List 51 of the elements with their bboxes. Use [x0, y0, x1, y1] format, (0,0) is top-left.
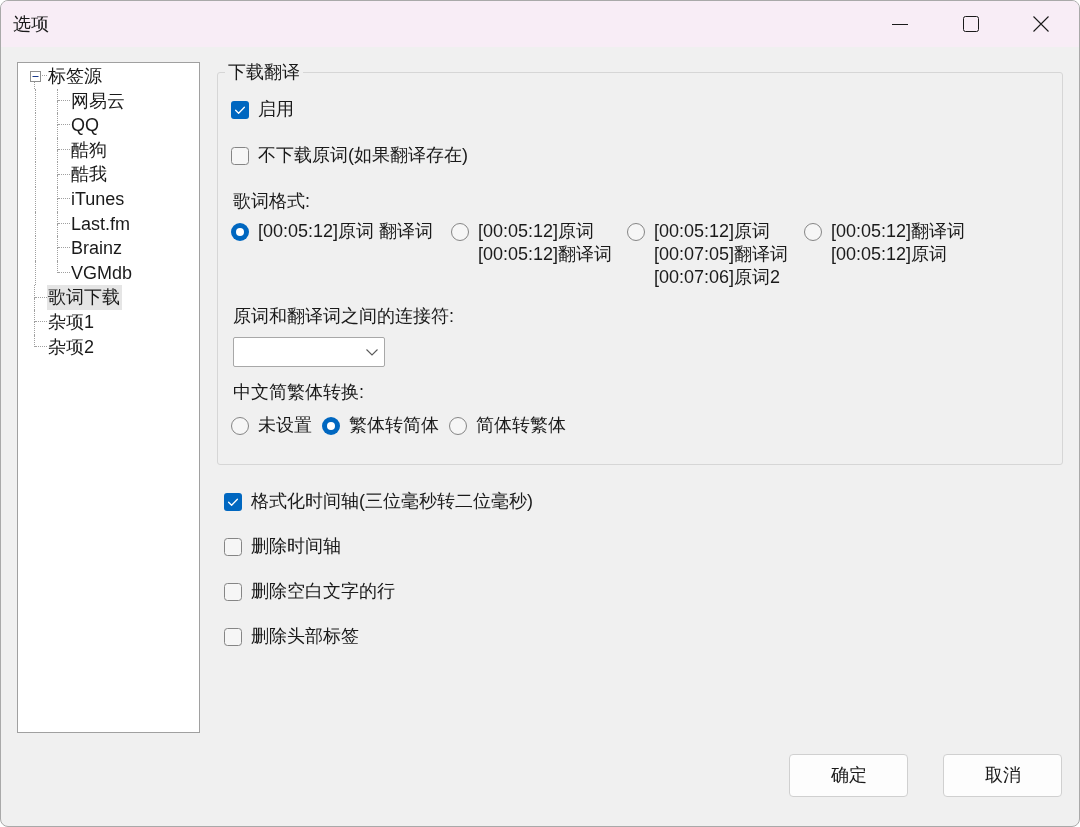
section-label: 歌词格式:	[233, 190, 310, 213]
radio-button[interactable]	[627, 222, 645, 241]
checkbox[interactable]	[224, 627, 242, 646]
maximize-icon	[962, 16, 979, 32]
checkbox-label: 删除空白文字的行	[251, 580, 395, 603]
radio-label: 未设置	[258, 414, 312, 437]
dialog-button[interactable]: 取消	[943, 754, 1062, 797]
radio-button[interactable]	[322, 416, 340, 435]
window-title: 选项	[13, 13, 49, 36]
checkbox[interactable]	[224, 537, 242, 556]
close-icon	[1033, 16, 1049, 32]
checkbox-label: 不下载原词(如果翻译存在)	[258, 144, 468, 167]
tree-item[interactable]: 杂项2	[47, 334, 96, 360]
checkbox-label: 删除时间轴	[251, 535, 341, 558]
radio-button[interactable]	[231, 416, 249, 435]
tree-item[interactable]: 网易云	[70, 88, 127, 114]
checkbox[interactable]	[231, 146, 249, 165]
tree-item[interactable]: 酷狗	[70, 137, 109, 163]
tree-item[interactable]: iTunes	[70, 186, 127, 212]
tree-item[interactable]: 杂项1	[47, 309, 96, 335]
collapse-icon[interactable]	[30, 71, 41, 82]
tree-item[interactable]: 酷我	[70, 162, 109, 187]
tree-item[interactable]: 歌词下载	[47, 285, 122, 310]
tree-item[interactable]: 标签源	[47, 64, 104, 89]
checkbox[interactable]	[224, 492, 242, 511]
tree-item[interactable]: Last.fm	[70, 211, 133, 237]
minimize-icon	[892, 23, 908, 25]
dropdown-field[interactable]	[233, 337, 385, 367]
checkbox-label: 格式化时间轴(三位毫秒转二位毫秒)	[251, 490, 533, 513]
chevron-down-icon	[366, 348, 378, 356]
checkbox[interactable]	[231, 100, 249, 119]
radio-label: [00:05:12]原词 [00:05:12]翻译词	[478, 220, 613, 266]
section-label: 原词和翻译词之间的连接符:	[233, 305, 454, 328]
tree-item[interactable]: QQ	[70, 113, 101, 138]
checkbox[interactable]	[224, 582, 242, 601]
radio-label: [00:05:12]翻译词 [00:05:12]原词	[831, 220, 966, 266]
tree-item[interactable]: VGMdb	[70, 260, 135, 286]
radio-button[interactable]	[804, 222, 822, 241]
tree-item[interactable]: Brainz	[70, 236, 125, 261]
checkbox-label: 启用	[258, 98, 294, 121]
radio-button[interactable]	[231, 222, 249, 241]
radio-label: [00:05:12]原词 [00:07:05]翻译词 [00:07:06]原词2	[654, 220, 789, 289]
group-title: 下载翻译	[227, 61, 301, 83]
radio-label: 繁体转简体	[349, 414, 439, 437]
checkbox-label: 删除头部标签	[251, 625, 359, 648]
section-label: 中文简繁体转换:	[233, 381, 364, 404]
radio-button[interactable]	[449, 416, 467, 435]
radio-label: 简体转繁体	[476, 414, 566, 437]
radio-button[interactable]	[451, 222, 469, 241]
radio-label: [00:05:12]原词 翻译词	[258, 220, 434, 243]
dialog-button[interactable]: 确定	[789, 754, 908, 797]
